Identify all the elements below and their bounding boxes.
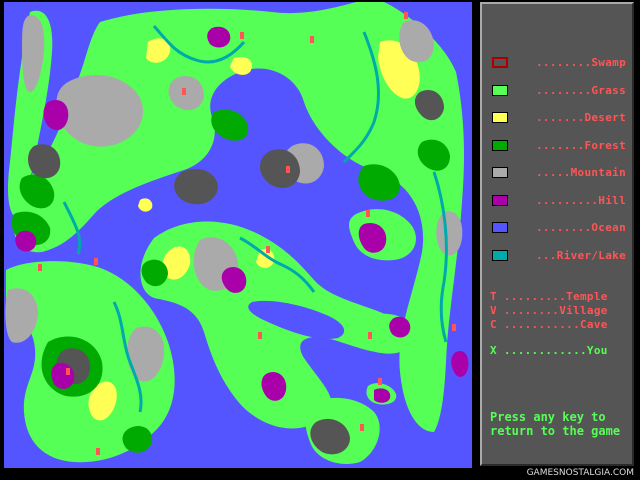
hill-north bbox=[207, 26, 231, 48]
site-marker bbox=[452, 324, 456, 331]
symbol-item: T .........Temple bbox=[490, 290, 630, 304]
site-marker bbox=[404, 12, 408, 19]
legend-panel: ........Swamp ........Grass .......Desert.… bbox=[480, 2, 634, 466]
symbol-label: V ........Village bbox=[490, 304, 608, 317]
site-marker bbox=[368, 332, 372, 339]
site-marker bbox=[94, 258, 98, 265]
site-marker bbox=[286, 166, 290, 173]
mountain-east-coast bbox=[436, 211, 463, 256]
site-marker bbox=[182, 88, 186, 95]
site-marker bbox=[66, 368, 70, 375]
legend-label: .........Hill bbox=[536, 193, 626, 207]
world-map-canvas bbox=[4, 2, 472, 468]
legend-label: ........Swamp bbox=[536, 56, 626, 69]
symbol-label: X ............You bbox=[490, 344, 608, 357]
symbol-item: V ........Village bbox=[490, 304, 630, 318]
watermark-text: GAMESNOSTALGIA.COM bbox=[526, 468, 634, 478]
legend-item: ........Ocean bbox=[490, 219, 632, 237]
legend-swatch bbox=[492, 84, 508, 96]
legend-swatch bbox=[492, 57, 508, 68]
legend-swatch bbox=[492, 112, 508, 123]
symbol-item: C ...........Cave bbox=[490, 318, 630, 332]
legend-label: ...River/Lake bbox=[536, 248, 626, 262]
symbol-label: C ...........Cave bbox=[490, 318, 608, 331]
legend-label: .......Desert bbox=[536, 111, 626, 124]
legend-swatch bbox=[492, 139, 508, 151]
site-marker bbox=[266, 246, 270, 253]
legend-item: ........Swamp bbox=[490, 54, 632, 72]
legend-label: .....Mountain bbox=[536, 166, 626, 179]
site-marker bbox=[366, 210, 370, 217]
legend-label: ........Ocean bbox=[536, 221, 626, 234]
site-marker bbox=[240, 32, 244, 39]
site-marker bbox=[360, 424, 364, 431]
legend-swatch bbox=[492, 167, 508, 178]
legend-label: ........Grass bbox=[536, 83, 626, 97]
legend-swatch bbox=[492, 194, 508, 206]
site-marker bbox=[258, 332, 262, 339]
return-message: Press any key to return to the game bbox=[490, 410, 621, 438]
symbol-item: X ............You bbox=[490, 344, 630, 358]
legend-item: ...River/Lake bbox=[490, 247, 632, 265]
site-marker bbox=[38, 264, 42, 271]
legend-item: .........Hill bbox=[490, 192, 632, 210]
legend-label: .......Forest bbox=[536, 138, 626, 152]
symbol-label: T .........Temple bbox=[490, 290, 608, 303]
site-marker bbox=[96, 448, 100, 455]
legend-swatch bbox=[492, 222, 508, 233]
site-marker bbox=[310, 36, 314, 43]
legend-item: .......Forest bbox=[490, 137, 632, 155]
legend-item: .......Desert bbox=[490, 109, 632, 127]
legend-item: .....Mountain bbox=[490, 164, 632, 182]
site-marker bbox=[378, 378, 382, 385]
legend-item: ........Grass bbox=[490, 82, 632, 100]
world-map bbox=[0, 0, 476, 468]
legend-swatch bbox=[492, 249, 508, 261]
